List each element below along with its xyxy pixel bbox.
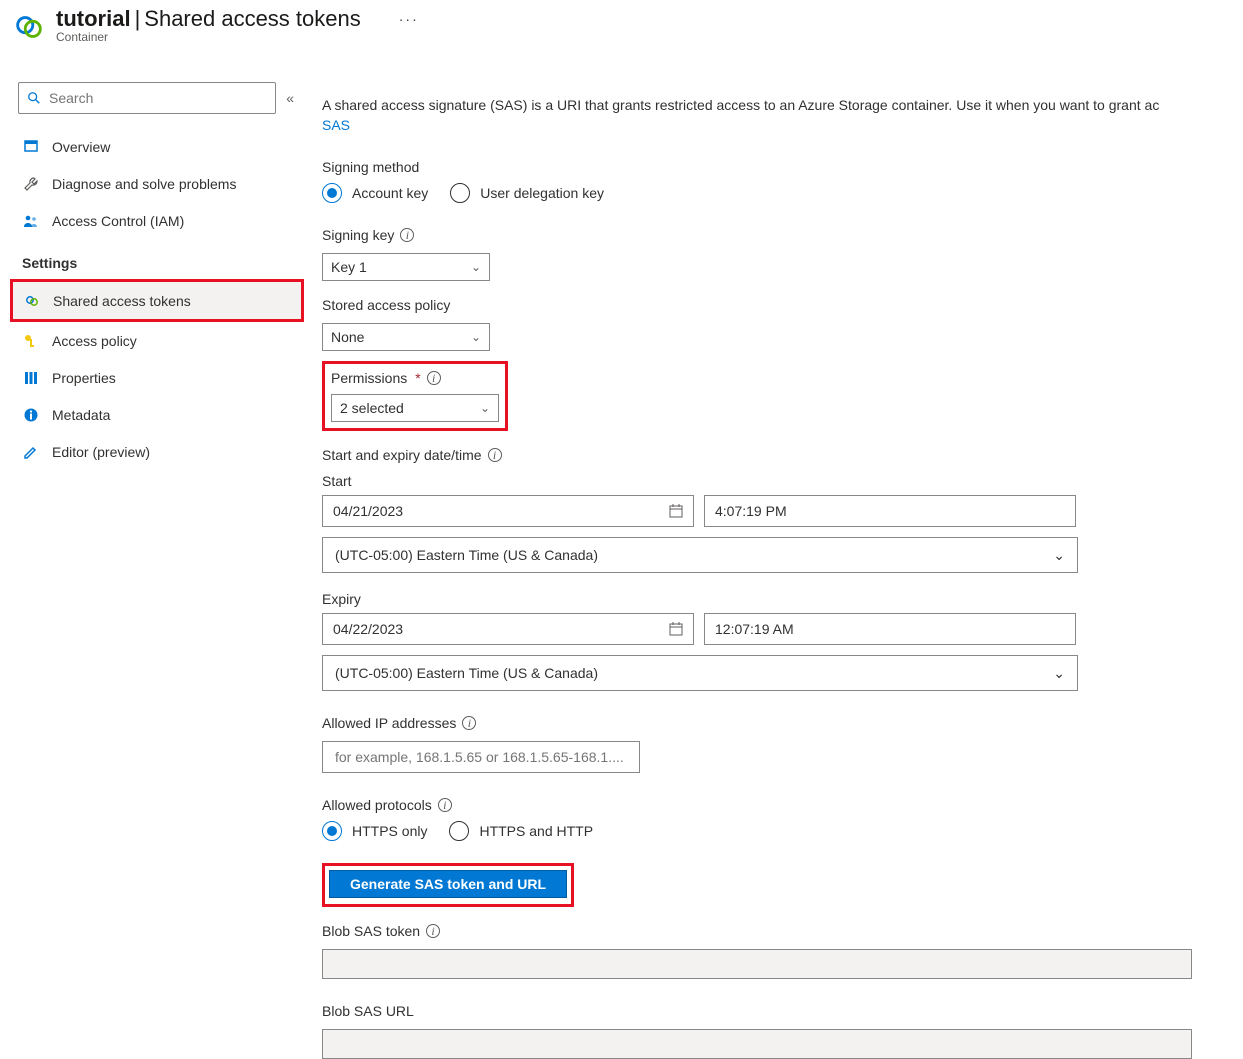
input-start-date[interactable]: 04/21/2023	[322, 495, 694, 527]
sidebar-section-settings: Settings	[10, 239, 302, 279]
info-icon[interactable]: i	[462, 716, 476, 730]
chevron-down-icon: ⌄	[1053, 665, 1065, 682]
generate-sas-button[interactable]: Generate SAS token and URL	[329, 870, 567, 898]
label-start: Start	[322, 473, 1237, 489]
info-icon[interactable]: i	[427, 371, 441, 385]
sidebar-item-iam[interactable]: Access Control (IAM)	[10, 202, 302, 239]
link-icon	[23, 293, 41, 309]
chevron-down-icon: ⌄	[1053, 547, 1065, 564]
calendar-icon	[669, 622, 683, 636]
more-actions-button[interactable]: ···	[399, 11, 419, 27]
sidebar-item-label: Access Control (IAM)	[52, 213, 184, 229]
highlight-permissions: Permissions*i 2 selected⌄	[322, 361, 508, 431]
label-signing-method: Signing method	[322, 159, 1237, 175]
radio-https-and-http[interactable]: HTTPS and HTTP	[449, 821, 593, 841]
key-icon	[22, 333, 40, 349]
input-expiry-date[interactable]: 04/22/2023	[322, 613, 694, 645]
page-title: tutorial | Shared access tokens ···	[56, 6, 419, 32]
sidebar-item-metadata[interactable]: Metadata	[10, 396, 302, 433]
label-blob-sas-url: Blob SAS URL	[322, 1003, 1237, 1019]
sidebar-item-label: Overview	[52, 139, 110, 155]
wrench-icon	[22, 176, 40, 192]
main-content: A shared access signature (SAS) is a URI…	[302, 48, 1237, 1059]
select-signing-key[interactable]: Key 1⌄	[322, 253, 490, 281]
select-start-timezone[interactable]: (UTC-05:00) Eastern Time (US & Canada)⌄	[322, 537, 1078, 573]
input-allowed-ip[interactable]	[322, 741, 640, 773]
label-signing-key: Signing keyi	[322, 227, 1237, 243]
select-stored-policy[interactable]: None⌄	[322, 323, 490, 351]
radio-account-key[interactable]: Account key	[322, 183, 428, 203]
label-start-expiry: Start and expiry date/timei	[322, 447, 1237, 463]
properties-icon	[22, 370, 40, 386]
output-blob-sas-url[interactable]	[322, 1029, 1192, 1059]
label-stored-policy: Stored access policy	[322, 297, 1237, 313]
sidebar-item-label: Properties	[52, 370, 116, 386]
sidebar-item-shared-access-tokens[interactable]: Shared access tokens	[13, 282, 301, 319]
sidebar: « Overview Diagnose and solve problems A…	[6, 48, 302, 1059]
label-expiry: Expiry	[322, 591, 1237, 607]
label-blob-sas-token: Blob SAS tokeni	[322, 923, 1237, 939]
select-permissions[interactable]: 2 selected⌄	[331, 394, 499, 422]
label-allowed-protocols: Allowed protocolsi	[322, 797, 1237, 813]
chevron-down-icon: ⌄	[471, 330, 481, 344]
label-allowed-ip: Allowed IP addressesi	[322, 715, 1237, 731]
intro-text: A shared access signature (SAS) is a URI…	[322, 95, 1237, 135]
sidebar-item-label: Editor (preview)	[52, 444, 150, 460]
info-icon[interactable]: i	[488, 448, 502, 462]
info-icon	[22, 407, 40, 423]
info-icon[interactable]: i	[438, 798, 452, 812]
select-expiry-timezone[interactable]: (UTC-05:00) Eastern Time (US & Canada)⌄	[322, 655, 1078, 691]
sidebar-item-diagnose[interactable]: Diagnose and solve problems	[10, 165, 302, 202]
overview-icon	[22, 139, 40, 155]
highlight-generate-button: Generate SAS token and URL	[322, 863, 574, 907]
sidebar-item-properties[interactable]: Properties	[10, 359, 302, 396]
calendar-icon	[669, 504, 683, 518]
header-subtitle: Container	[56, 30, 419, 44]
sidebar-item-label: Access policy	[52, 333, 137, 349]
search-icon	[27, 91, 41, 105]
output-blob-sas-token[interactable]	[322, 949, 1192, 979]
sidebar-item-access-policy[interactable]: Access policy	[10, 322, 302, 359]
input-expiry-time[interactable]: 12:07:19 AM	[704, 613, 1076, 645]
page-header: tutorial | Shared access tokens ··· Cont…	[0, 0, 1243, 48]
chevron-down-icon: ⌄	[471, 260, 481, 274]
edit-icon	[22, 444, 40, 460]
chevron-down-icon: ⌄	[480, 401, 490, 415]
radio-https-only[interactable]: HTTPS only	[322, 821, 427, 841]
sidebar-item-editor[interactable]: Editor (preview)	[10, 433, 302, 470]
search-input[interactable]	[18, 82, 276, 114]
sas-link[interactable]: SAS	[322, 117, 350, 133]
info-icon[interactable]: i	[426, 924, 440, 938]
input-start-time[interactable]: 4:07:19 PM	[704, 495, 1076, 527]
sidebar-item-label: Metadata	[52, 407, 110, 423]
sidebar-item-overview[interactable]: Overview	[10, 128, 302, 165]
collapse-sidebar-button[interactable]: «	[286, 90, 294, 106]
label-permissions: Permissions*i	[331, 370, 499, 386]
sidebar-item-label: Diagnose and solve problems	[52, 176, 236, 192]
info-icon[interactable]: i	[400, 228, 414, 242]
people-icon	[22, 213, 40, 229]
container-icon	[8, 6, 50, 48]
highlight-shared-access-tokens: Shared access tokens	[10, 279, 304, 322]
sidebar-item-label: Shared access tokens	[53, 293, 191, 309]
radio-user-delegation-key[interactable]: User delegation key	[450, 183, 604, 203]
